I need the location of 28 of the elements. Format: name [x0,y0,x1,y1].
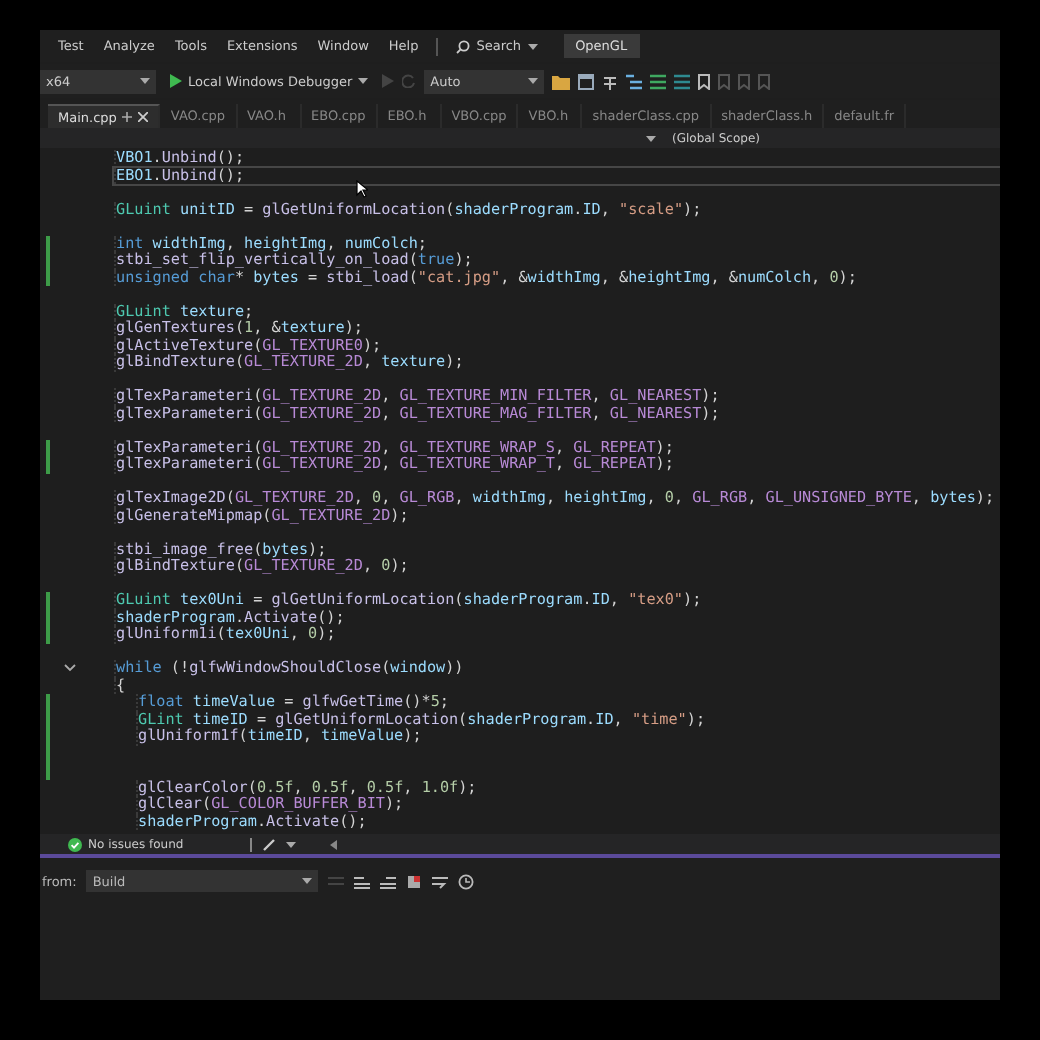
clear-icon[interactable] [406,873,423,889]
collapse-icon[interactable] [64,664,76,673]
play-icon [170,74,182,88]
scroll-left-icon[interactable] [329,839,338,849]
comment-icon[interactable] [650,73,667,89]
next-message-icon[interactable] [380,873,397,889]
previous-message-icon[interactable] [354,873,371,889]
indent-icon[interactable] [626,73,643,89]
pin-icon[interactable] [122,112,133,122]
search-icon [456,39,471,53]
word-wrap-icon[interactable] [432,873,449,889]
caret-icon[interactable] [645,135,656,141]
refresh-icon [402,74,417,88]
caret-icon [302,878,313,884]
caret-icon [140,78,150,84]
caret-icon [528,78,539,84]
caret-icon[interactable] [285,841,296,847]
run-icon [382,74,395,88]
uncomment-icon[interactable] [674,73,691,89]
close-icon[interactable] [138,112,149,122]
check-circle-icon [68,837,82,851]
window-icon[interactable] [578,73,595,89]
pointer-icon [356,180,368,198]
folder-icon[interactable] [552,73,571,89]
caret-icon [527,43,538,49]
clock-icon[interactable] [458,873,475,889]
caret-icon [358,78,369,84]
step-icon[interactable] [602,73,619,89]
